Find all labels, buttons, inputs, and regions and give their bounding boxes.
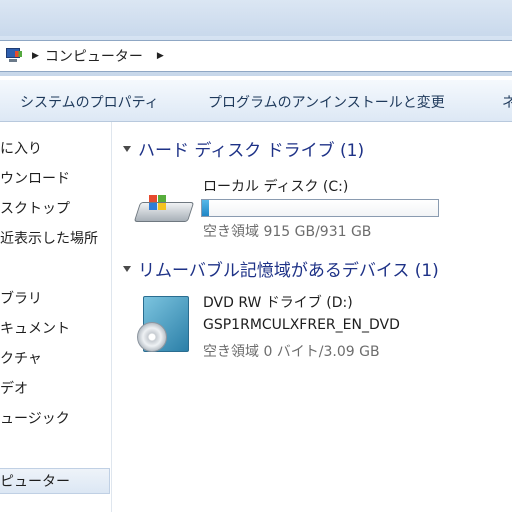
nav-item-libraries[interactable]: ブラリ: [0, 286, 110, 312]
nav-item-favorites[interactable]: に入り: [0, 136, 110, 162]
content-pane: ハード ディスク ドライブ (1) ローカル ディスク (C:) 空き領域 91…: [113, 122, 512, 512]
nav-item-downloads[interactable]: ウンロード: [0, 166, 110, 192]
drive-usage-bar-c: [201, 199, 439, 217]
breadcrumb-chevron-icon[interactable]: ▶: [157, 51, 164, 61]
breadcrumb-chevron-icon[interactable]: ▶: [32, 51, 39, 61]
collapse-triangle-icon[interactable]: [123, 265, 131, 272]
group-header-removable[interactable]: リムーバブル記憶域があるデバイス (1): [123, 256, 439, 281]
nav-item-recent-places[interactable]: 近表示した場所: [0, 226, 110, 252]
computer-icon: [4, 47, 24, 65]
group-title-removable: リムーバブル記憶域があるデバイス (1): [138, 261, 439, 281]
nav-item-pictures[interactable]: クチャ: [0, 346, 110, 372]
address-bar[interactable]: ▶ コンピューター ▶: [0, 40, 512, 72]
drive-free-space-c: 空き領域 915 GB/931 GB: [203, 224, 372, 240]
hard-drive-icon[interactable]: [133, 192, 197, 232]
group-header-hdd[interactable]: ハード ディスク ドライブ (1): [123, 136, 364, 161]
network-drive-button[interactable]: ネ: [502, 92, 512, 112]
collapse-triangle-icon[interactable]: [123, 145, 131, 152]
drive-name-d[interactable]: DVD RW ドライブ (D:): [203, 292, 353, 312]
drive-name-c[interactable]: ローカル ディスク (C:): [203, 176, 348, 196]
nav-item-music[interactable]: ュージック: [0, 406, 110, 432]
nav-item-documents[interactable]: キュメント: [0, 316, 110, 342]
navigation-pane: に入り ウンロード スクトップ 近表示した場所 ブラリ キュメント クチャ デオ…: [0, 122, 112, 512]
disc-label-d: GSP1RMCULXFRER_EN_DVD: [203, 317, 400, 333]
breadcrumb-computer[interactable]: コンピューター: [45, 46, 143, 66]
uninstall-program-button[interactable]: プログラムのアンインストールと変更: [208, 92, 445, 112]
drive-free-space-d: 空き領域 0 バイト/3.09 GB: [203, 344, 380, 360]
system-properties-button[interactable]: システムのプロパティ: [20, 92, 159, 112]
window-title-strip: [0, 0, 512, 36]
drive-usage-fill-c: [202, 200, 210, 216]
nav-item-videos[interactable]: デオ: [0, 376, 110, 402]
nav-item-desktop[interactable]: スクトップ: [0, 196, 110, 222]
command-bar: システムのプロパティ プログラムのアンインストールと変更 ネ: [0, 80, 512, 122]
address-row: ▶ コンピューター ▶: [0, 36, 512, 76]
nav-item-computer[interactable]: ピューター: [0, 468, 110, 494]
group-title-hdd: ハード ディスク ドライブ (1): [138, 141, 365, 161]
